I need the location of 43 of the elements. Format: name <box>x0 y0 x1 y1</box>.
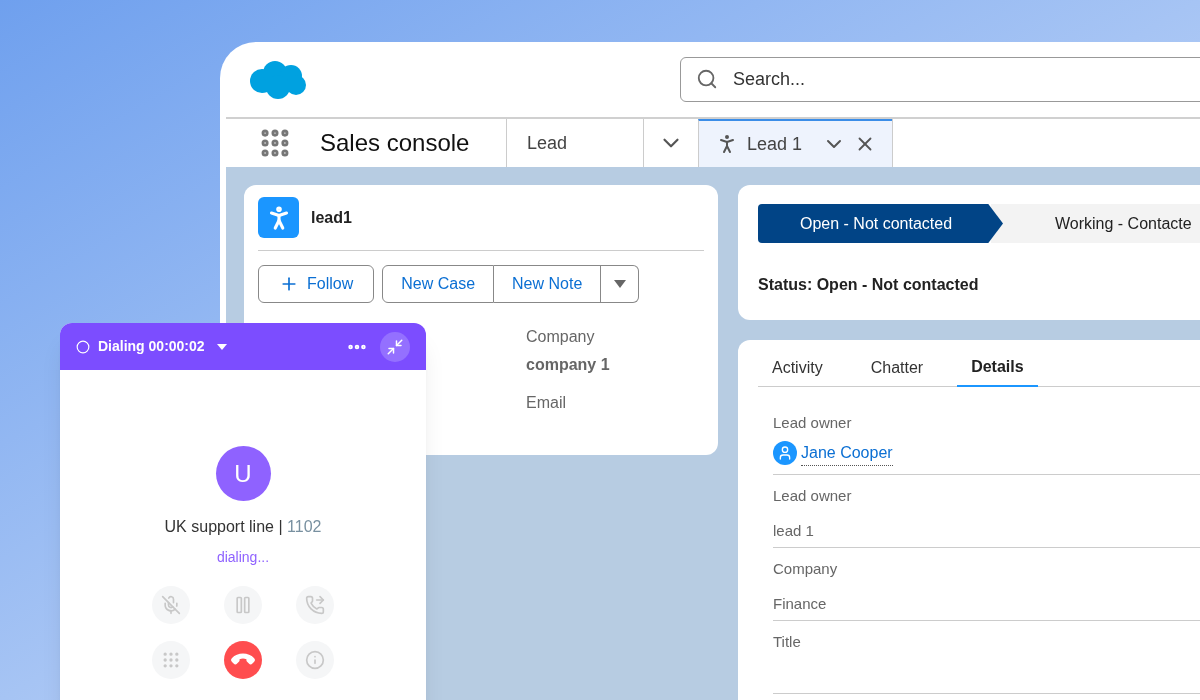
pause-icon <box>233 595 253 615</box>
minimize-icon <box>386 337 404 356</box>
caller-line: UK support line | 1102 <box>164 517 322 537</box>
field-label: Lead owner <box>773 413 853 433</box>
minimize-button[interactable] <box>380 331 410 362</box>
tab[interactable]: Lead 1 <box>698 119 893 167</box>
record-title: lead1 <box>311 207 352 228</box>
tab[interactable]: Details <box>957 348 1038 387</box>
lead-icon <box>258 197 299 238</box>
action-button[interactable]: New Case <box>382 265 495 303</box>
field-label: Email <box>526 393 567 413</box>
search-field[interactable]: Search... <box>680 57 1200 102</box>
action-button[interactable]: New Note <box>494 265 602 303</box>
info-icon <box>305 650 325 670</box>
search-icon <box>696 68 718 90</box>
field-label: Lead owner <box>773 486 853 506</box>
user-avatar-icon <box>773 441 797 465</box>
app-name: Sales console <box>320 128 470 158</box>
field-label: Title <box>773 632 802 652</box>
cloud-logo <box>248 58 308 101</box>
tab[interactable]: Activity <box>758 348 837 387</box>
muted-microphone-icon <box>161 595 181 615</box>
call-state: dialing... <box>216 548 270 567</box>
circle-icon <box>76 339 90 354</box>
caret-icon[interactable] <box>216 343 227 350</box>
caret-icon <box>613 280 626 288</box>
path-stage[interactable]: Open - Not contacted <box>758 204 1003 243</box>
more-actions-button[interactable] <box>601 265 640 303</box>
field-value: Finance <box>773 593 828 614</box>
tab[interactable]: Chatter <box>856 348 938 387</box>
field-label: Company <box>773 559 839 579</box>
user-link[interactable]: Jane Cooper <box>801 440 893 466</box>
phone-forward-icon <box>305 595 325 615</box>
field-value: company 1 <box>526 355 611 375</box>
status-text: Status: Open - Not contacted <box>758 275 980 295</box>
caller-avatar: U <box>215 446 271 501</box>
follow-button[interactable]: Follow <box>258 265 375 303</box>
path-stage[interactable]: Working - Contacte <box>991 204 1200 243</box>
call-status: Dialing 00:00:02 <box>98 337 205 356</box>
field-value: lead 1 <box>773 520 815 541</box>
field-label: Company <box>526 327 596 347</box>
hang-up-button[interactable] <box>224 641 262 679</box>
keypad-icon <box>161 650 181 670</box>
